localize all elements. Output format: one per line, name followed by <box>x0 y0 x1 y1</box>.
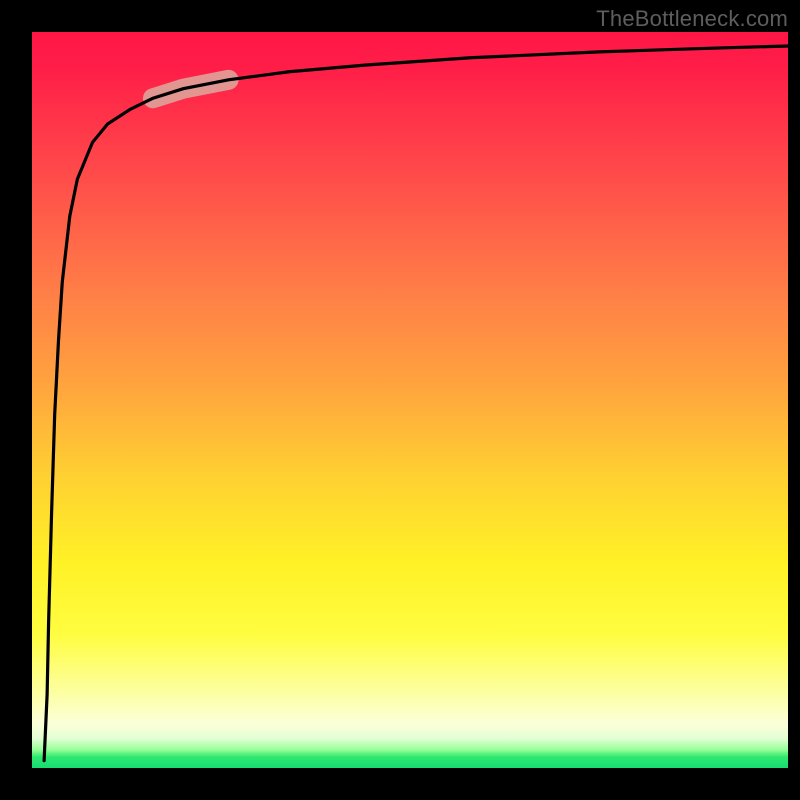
watermark-text: TheBottleneck.com <box>596 6 788 32</box>
plot-area <box>32 32 788 768</box>
curve-layer <box>32 32 788 768</box>
performance-curve <box>44 46 788 761</box>
chart-frame: TheBottleneck.com <box>0 0 800 800</box>
